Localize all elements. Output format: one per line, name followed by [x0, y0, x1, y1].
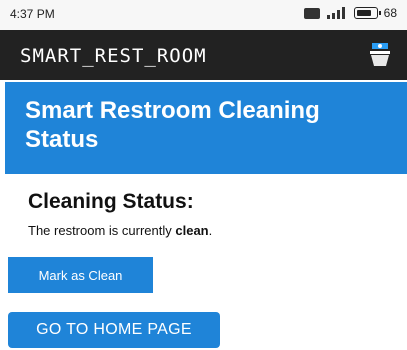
battery-icon [353, 7, 381, 19]
status-icons: 68 [303, 6, 397, 20]
sim-icon [303, 7, 320, 19]
status-text-suffix: . [208, 223, 213, 238]
mark-as-clean-button[interactable]: Mark as Clean [8, 257, 153, 293]
cleaning-status-text: The restroom is currently clean. [28, 223, 212, 238]
page-header: Smart Restroom Cleaning Status [5, 82, 407, 174]
app-bar: SMART_REST_ROOM [0, 30, 407, 80]
page-title: Smart Restroom Cleaning Status [25, 97, 320, 154]
status-bar: 4:37 PM 68 [0, 0, 407, 30]
signal-icon [326, 7, 345, 19]
battery-level: 68 [383, 6, 397, 20]
restroom-cleaning-icon [370, 43, 390, 66]
app-title: SMART_REST_ROOM [20, 45, 207, 67]
status-text-prefix: The restroom is currently [28, 223, 176, 238]
status-time: 4:37 PM [10, 7, 55, 21]
status-value: clean [175, 223, 209, 238]
cleaning-status-title: Cleaning Status: [28, 190, 194, 213]
go-to-home-button[interactable]: GO TO HOME PAGE [8, 312, 220, 348]
